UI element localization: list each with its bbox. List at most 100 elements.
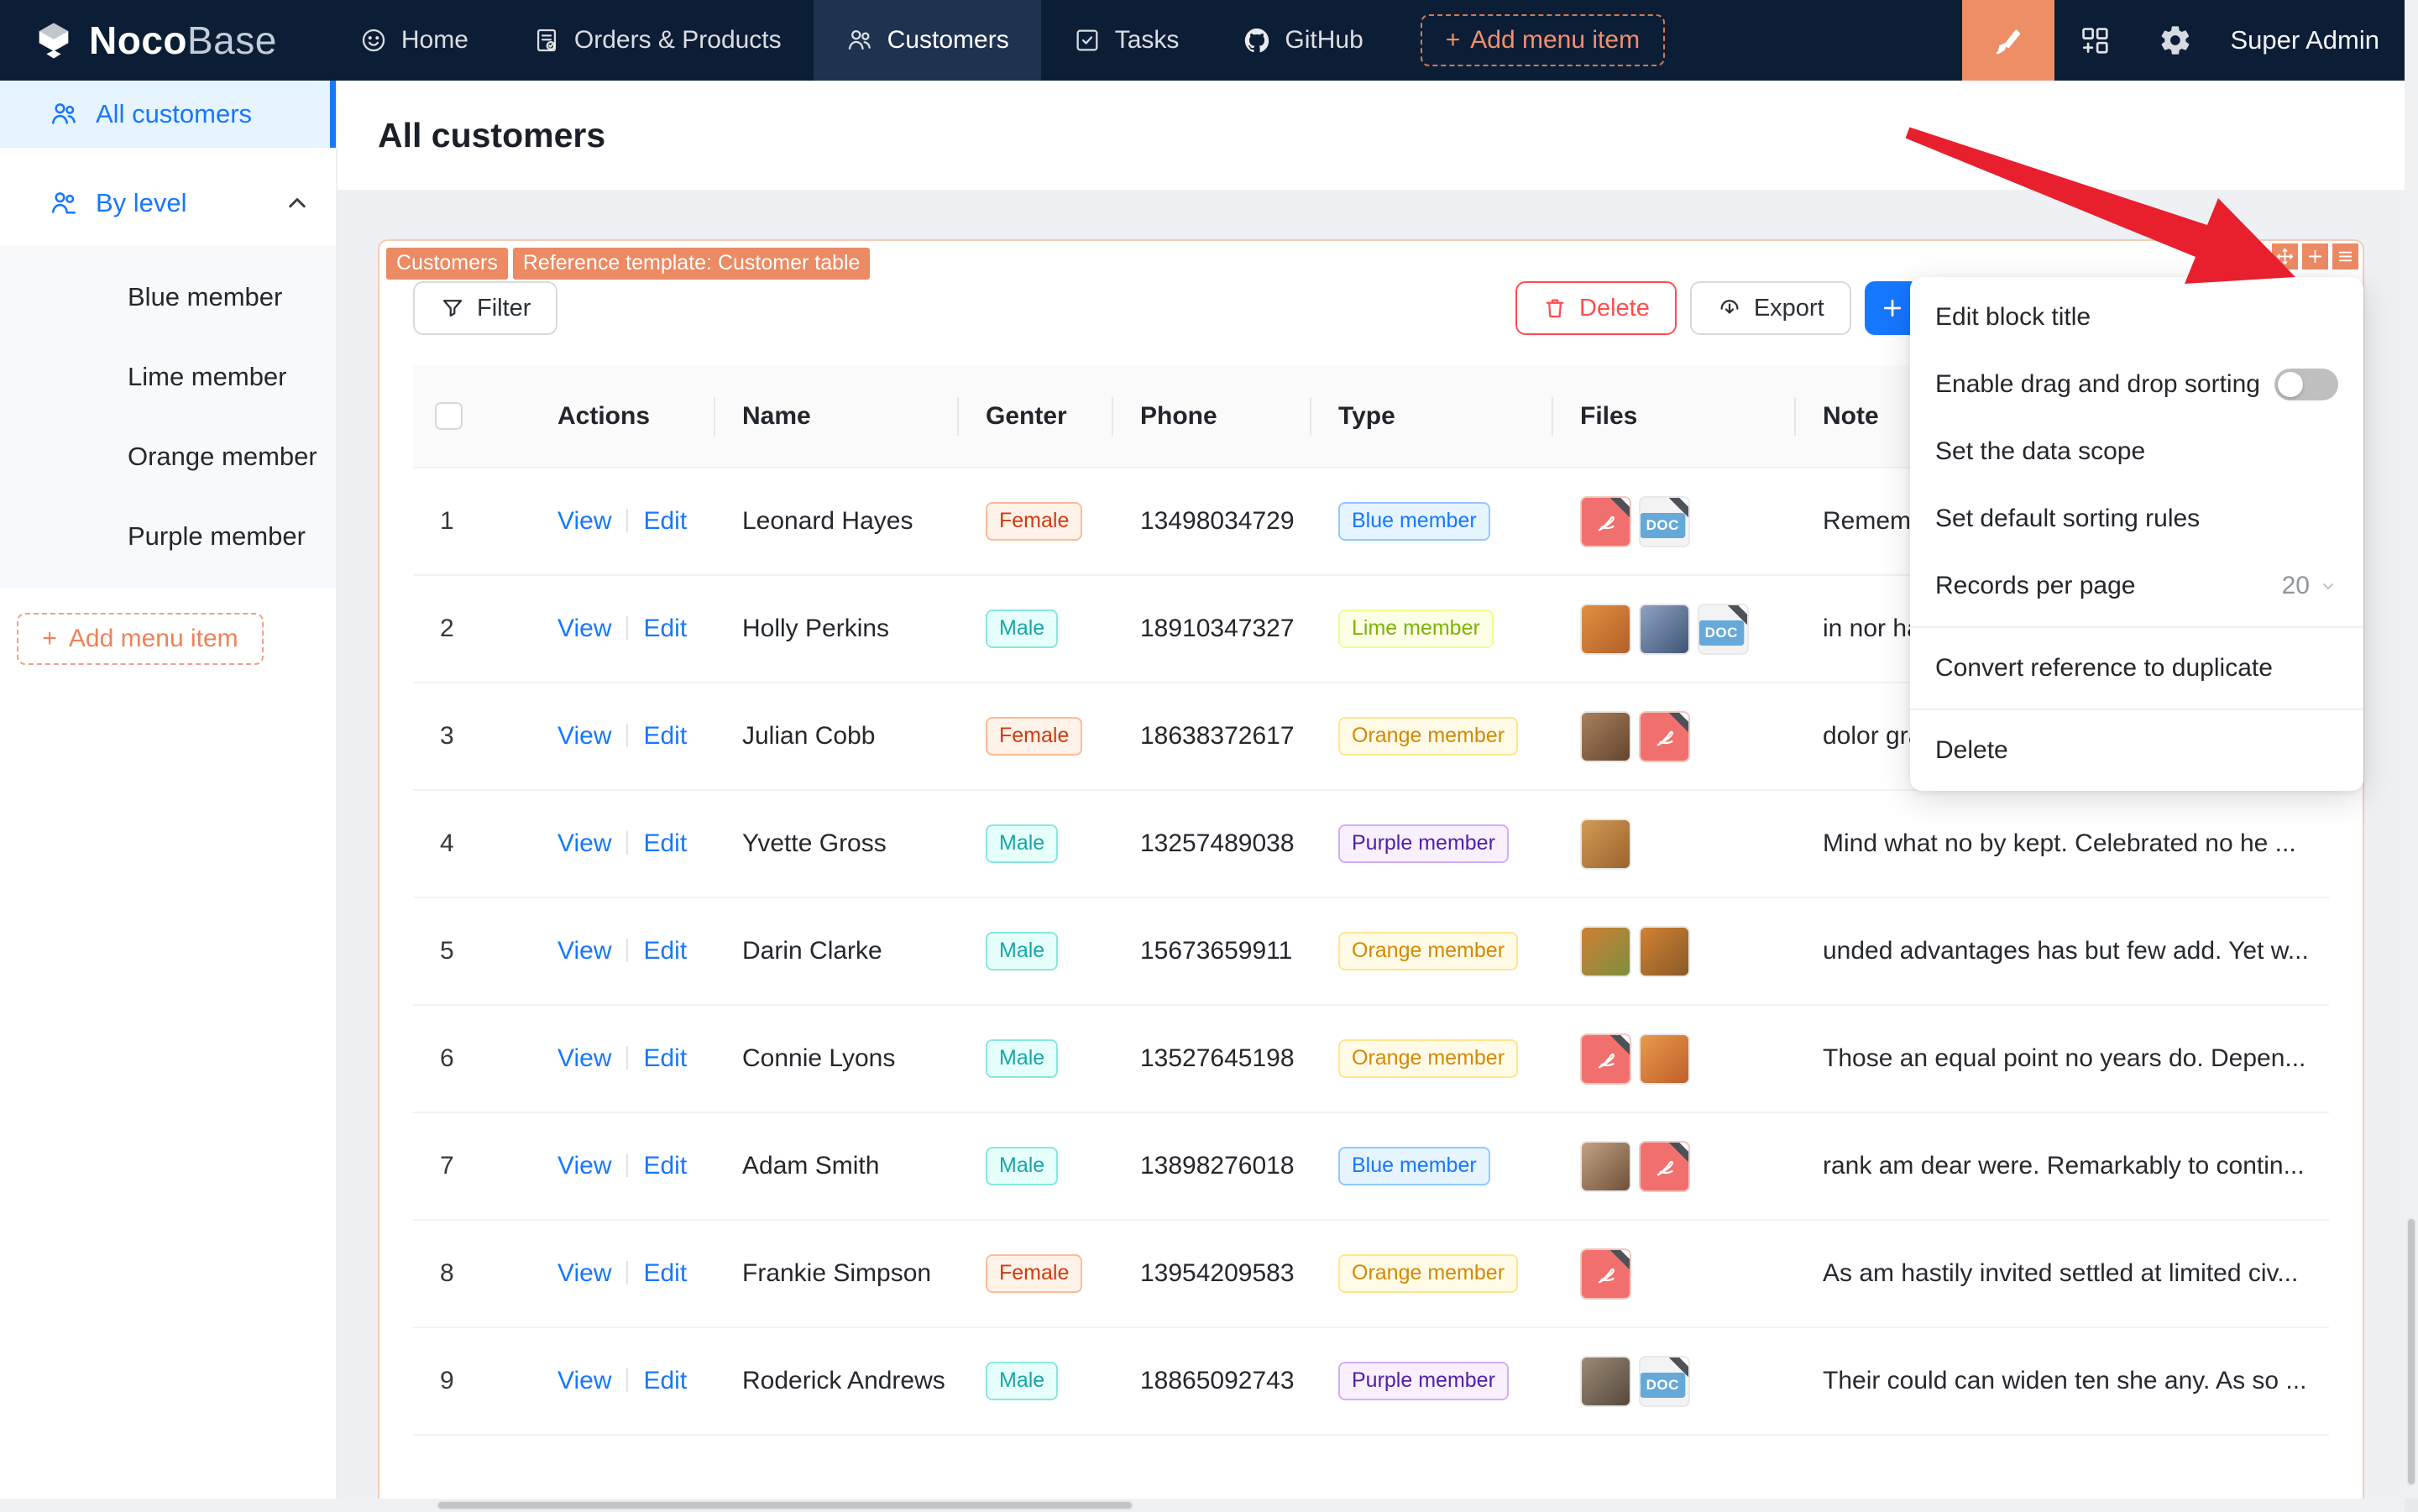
navbar-add-menu-item-button[interactable]: + Add menu item	[1420, 14, 1666, 66]
view-link[interactable]: View	[557, 615, 611, 642]
doc-file-thumbnail[interactable]: DOC	[1698, 603, 1749, 655]
sidebar-item-orange-member[interactable]: Orange member	[0, 416, 336, 496]
nocobase-logo-icon	[39, 23, 69, 59]
add-block-button[interactable]	[2302, 243, 2328, 269]
view-link[interactable]: View	[557, 829, 611, 857]
menu-item-label: Records per page	[1935, 572, 2136, 599]
nav-item-tasks[interactable]: Tasks	[1041, 0, 1212, 81]
sidebar-add-menu-item-button[interactable]: + Add menu item	[17, 613, 264, 665]
records-per-page-select[interactable]: 20	[2282, 572, 2338, 600]
vertical-scrollbar-thumb[interactable]	[2406, 1217, 2416, 1486]
sidebar-item-lime-member[interactable]: Lime member	[0, 337, 336, 416]
nav-item-orders-products[interactable]: Orders & Products	[500, 0, 814, 81]
sidebar-item-purple-member[interactable]: Purple member	[0, 496, 336, 576]
edit-link[interactable]: Edit	[643, 829, 687, 857]
block-settings-button[interactable]	[2332, 243, 2358, 269]
view-link[interactable]: View	[557, 937, 611, 965]
image-file-thumbnail[interactable]	[1580, 710, 1631, 762]
edit-link[interactable]: Edit	[643, 615, 687, 642]
table-row[interactable]: 8 View Edit Frankie Simpson Female 1395420958…	[413, 1220, 2329, 1328]
table-row[interactable]: 9 View Edit Roderick Andrews Male 18865092743…	[413, 1327, 2329, 1436]
row-index: 3	[440, 722, 454, 750]
image-file-thumbnail[interactable]	[1580, 818, 1631, 870]
trash-icon	[1546, 299, 1564, 318]
ui-editor-button[interactable]	[1961, 0, 2054, 81]
plus-icon: +	[42, 625, 57, 652]
image-file-thumbnail[interactable]	[1639, 603, 1690, 655]
menu-item-delete[interactable]: Delete	[1917, 717, 2357, 784]
edit-link[interactable]: Edit	[643, 937, 687, 965]
edit-link[interactable]: Edit	[643, 1259, 687, 1287]
pdf-file-thumbnail[interactable]	[1580, 1248, 1631, 1300]
edit-link[interactable]: Edit	[643, 507, 687, 535]
view-link[interactable]: View	[557, 1044, 611, 1072]
navbar-right-tools: Super Admin	[1961, 0, 2418, 81]
pdf-file-thumbnail[interactable]	[1580, 1033, 1631, 1085]
row-index: 2	[440, 615, 454, 642]
table-row[interactable]: 4 View Edit Yvette Gross Male 13257489038 Purp…	[413, 790, 2329, 898]
nav-item-github[interactable]: GitHub	[1211, 0, 1395, 81]
view-link[interactable]: View	[557, 1259, 611, 1287]
view-link[interactable]: View	[557, 507, 611, 535]
plugin-manager-button[interactable]	[2054, 0, 2135, 81]
cell-files	[1553, 1220, 1796, 1328]
user-menu[interactable]: Super Admin	[2216, 0, 2418, 81]
cell-note: rank am dear were. Remarkably to contin.…	[1796, 1112, 2329, 1221]
table-row[interactable]: 5 View Edit Darin Clarke Male 15673659911 Oran…	[413, 897, 2329, 1006]
cell-files	[1553, 897, 1796, 1006]
move-icon	[2277, 249, 2293, 264]
image-file-thumbnail[interactable]	[1580, 925, 1631, 977]
sidebar-submenu-by-level: Blue member Lime member Orange member Purpl…	[0, 245, 336, 588]
settings-button[interactable]	[2135, 0, 2216, 81]
table-row[interactable]: 6 View Edit Connie Lyons Male 13527645198 Oran…	[413, 1005, 2329, 1113]
brand-logo[interactable]: NocoBase	[0, 0, 327, 81]
menu-item-set-default-sorting-rules[interactable]: Set default sorting rules	[1917, 485, 2357, 552]
filter-button[interactable]: Filter	[413, 281, 558, 335]
pdf-file-thumbnail[interactable]	[1639, 710, 1690, 762]
select-all-checkbox[interactable]	[435, 402, 463, 430]
image-file-thumbnail[interactable]	[1639, 1033, 1690, 1085]
menu-item-enable-drag-and-drop-sorting[interactable]: Enable drag and drop sorting	[1917, 351, 2357, 418]
image-file-thumbnail[interactable]	[1580, 1355, 1631, 1407]
drag-sort-toggle[interactable]	[2274, 369, 2338, 400]
sidebar-item-blue-member[interactable]: Blue member	[0, 257, 336, 337]
menu-icon	[2338, 251, 2353, 262]
horizontal-scrollbar[interactable]	[0, 1499, 2405, 1512]
image-file-thumbnail[interactable]	[1580, 1140, 1631, 1192]
export-button[interactable]: Export	[1689, 281, 1851, 335]
menu-item-edit-block-title[interactable]: Edit block title	[1917, 284, 2357, 351]
menu-item-label: Edit block title	[1935, 303, 2091, 331]
vertical-scrollbar[interactable]	[2405, 0, 2418, 1499]
menu-item-convert-reference-to-duplicate[interactable]: Convert reference to duplicate	[1917, 635, 2357, 702]
gender-tag: Female	[986, 717, 1083, 756]
menu-item-records-per-page[interactable]: Records per page 20	[1917, 552, 2357, 620]
nav-item-home[interactable]: Home	[327, 0, 500, 81]
doc-file-thumbnail[interactable]: DOC	[1639, 1355, 1690, 1407]
sidebar-item-all-customers[interactable]: All customers	[0, 81, 336, 148]
horizontal-scrollbar-thumb[interactable]	[437, 1500, 1133, 1510]
pdf-file-thumbnail[interactable]	[1639, 1140, 1690, 1192]
view-link[interactable]: View	[557, 1367, 611, 1394]
view-link[interactable]: View	[557, 1152, 611, 1180]
nav-item-customers[interactable]: Customers	[813, 0, 1041, 81]
image-file-thumbnail[interactable]	[1580, 603, 1631, 655]
menu-item-set-the-data-scope[interactable]: Set the data scope	[1917, 418, 2357, 485]
image-file-thumbnail[interactable]	[1639, 925, 1690, 977]
edit-link[interactable]: Edit	[643, 1152, 687, 1180]
chevron-down-icon	[2323, 583, 2333, 589]
drag-handle-button[interactable]	[2272, 243, 2298, 269]
cell-phone: 18910347327	[1113, 575, 1311, 683]
doc-file-thumbnail[interactable]: DOC	[1639, 495, 1690, 547]
nav-item-label: Orders & Products	[573, 26, 782, 54]
table-row[interactable]: 7 View Edit Adam Smith Male 13898276018 Blue m…	[413, 1112, 2329, 1221]
cell-phone: 13498034729	[1113, 468, 1311, 576]
delete-button[interactable]: Delete	[1515, 281, 1677, 335]
sidebar-group-by-level[interactable]: By level	[0, 170, 336, 237]
edit-link[interactable]: Edit	[643, 722, 687, 750]
github-icon	[1245, 28, 1269, 53]
edit-link[interactable]: Edit	[643, 1367, 687, 1394]
edit-link[interactable]: Edit	[643, 1044, 687, 1072]
header-gender: Genter	[959, 365, 1113, 468]
pdf-file-thumbnail[interactable]	[1580, 495, 1631, 547]
view-link[interactable]: View	[557, 722, 611, 750]
